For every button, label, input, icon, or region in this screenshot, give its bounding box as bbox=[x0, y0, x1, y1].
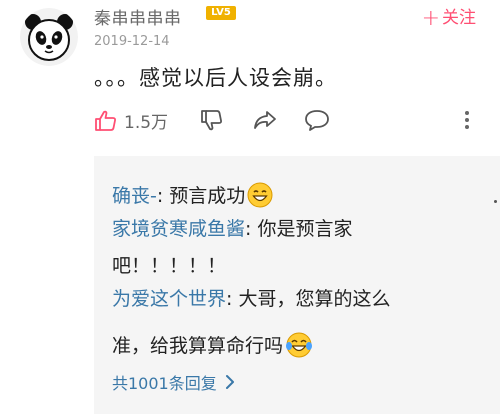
more-options-button[interactable] bbox=[462, 108, 472, 132]
more-vertical-icon bbox=[465, 111, 469, 129]
reply-text-continuation: 准，给我算算命行吗 bbox=[112, 335, 284, 357]
reply-item[interactable]: 为爱这个世界: 大哥，您算的这么 bbox=[112, 286, 390, 312]
reply-item[interactable]: 确丧-: 预言成功 bbox=[112, 182, 273, 215]
like-button[interactable]: 1.5万 bbox=[94, 108, 168, 133]
thumbs-down-icon bbox=[201, 110, 222, 131]
reply-item[interactable]: 家境贫寒咸鱼酱: 你是预言家 bbox=[112, 216, 352, 242]
panda-avatar-icon bbox=[20, 8, 78, 66]
reply-text: : 你是预言家 bbox=[245, 218, 353, 240]
edge-dot bbox=[494, 200, 497, 203]
tears-of-joy-emoji-icon bbox=[285, 332, 313, 365]
follow-button[interactable]: + 关注 bbox=[422, 3, 476, 31]
reply-text-continuation: 吧！！！！！ bbox=[112, 255, 227, 277]
reply-username[interactable]: 为爱这个世界 bbox=[112, 288, 226, 310]
share-button[interactable] bbox=[252, 108, 278, 132]
view-all-replies-link[interactable]: 共1001条回复 bbox=[112, 370, 235, 394]
reply-username[interactable]: 家境贫寒咸鱼酱 bbox=[112, 218, 245, 240]
share-icon bbox=[254, 111, 276, 129]
reply-button[interactable] bbox=[304, 108, 330, 132]
follow-label: 关注 bbox=[442, 8, 476, 28]
comment-actions: 1.5万 bbox=[92, 108, 492, 142]
reply-text: : 大哥，您算的这么 bbox=[226, 288, 391, 310]
comment-bubble-icon bbox=[305, 110, 329, 131]
total-replies-label: 共1001条回复 bbox=[112, 374, 217, 393]
chevron-right-icon bbox=[225, 375, 234, 389]
level-badge: LV5 bbox=[206, 6, 236, 20]
dislike-button[interactable] bbox=[200, 108, 224, 132]
comment-date: 2019-12-14 bbox=[94, 34, 170, 49]
reply-text: : 预言成功 bbox=[156, 185, 246, 207]
comment-text: 。。。感觉以后人设会崩。 bbox=[94, 66, 337, 90]
grinning-face-emoji-icon bbox=[247, 182, 273, 215]
plus-icon: + bbox=[421, 6, 440, 31]
reply-text-continuation-row: 准，给我算算命行吗 bbox=[112, 332, 313, 365]
like-count: 1.5万 bbox=[124, 113, 169, 133]
username[interactable]: 秦串串串串 bbox=[94, 4, 182, 29]
avatar[interactable] bbox=[20, 8, 78, 66]
thumbs-up-icon bbox=[95, 110, 116, 131]
reply-username[interactable]: 确丧- bbox=[112, 185, 157, 207]
replies-panel[interactable]: 确丧-: 预言成功 家境贫寒咸鱼酱: 你是预言家 吧！！！！！ 为爱这个世界: … bbox=[94, 156, 500, 414]
